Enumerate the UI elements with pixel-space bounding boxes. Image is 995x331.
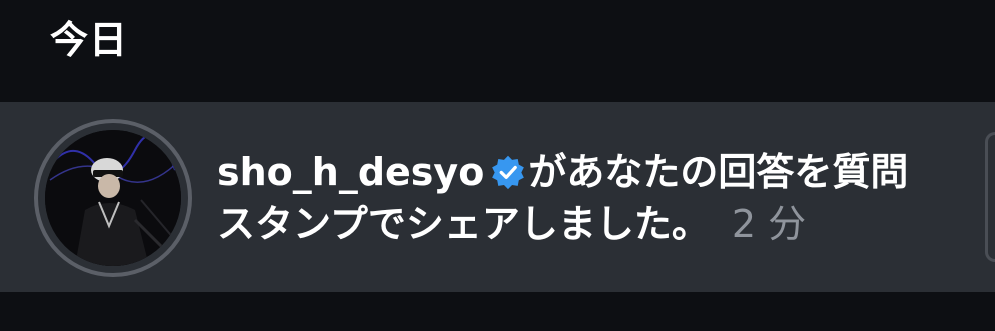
section-title-today: 今日 xyxy=(50,17,129,62)
avatar-image xyxy=(45,130,181,266)
message-line-1: があなたの回答を質問 xyxy=(528,150,909,194)
notification-text: sho_h_desyo があなたの回答を質問スタンプでシェアしました。 2 分 xyxy=(217,146,957,250)
shared-story-thumbnail[interactable] xyxy=(985,132,995,262)
verified-badge-icon xyxy=(492,155,525,190)
story-ring[interactable] xyxy=(34,119,192,277)
notification-row[interactable]: sho_h_desyo があなたの回答を質問スタンプでシェアしました。 2 分 xyxy=(0,102,995,292)
timestamp: 2 分 xyxy=(731,202,807,246)
message-line-2: スタンプでシェアしました。 xyxy=(217,202,710,246)
avatar[interactable] xyxy=(45,130,181,266)
username-link[interactable]: sho_h_desyo xyxy=(217,150,484,194)
